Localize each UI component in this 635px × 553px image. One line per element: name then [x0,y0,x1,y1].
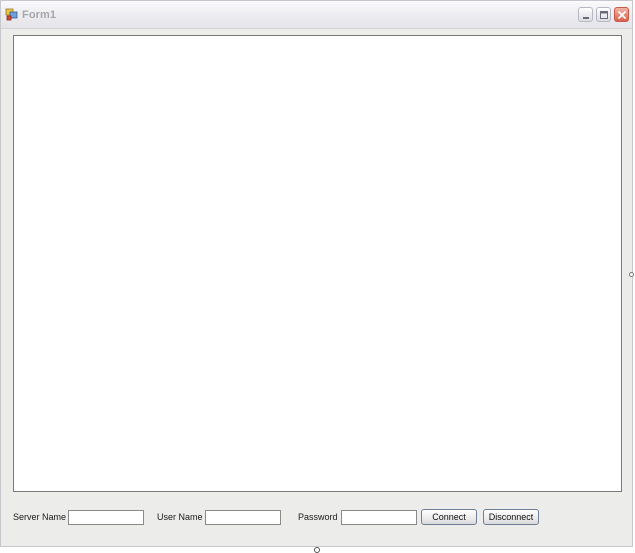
title-bar[interactable]: Form1 [1,1,632,29]
password-label: Password [298,512,338,522]
user-name-input[interactable] [205,510,281,525]
close-icon [618,11,626,19]
minimize-button[interactable] [578,7,593,22]
server-name-label: Server Name [13,512,67,522]
connect-button[interactable]: Connect [421,509,477,525]
app-icon[interactable] [5,7,19,21]
resize-handle-bottom[interactable] [314,547,320,553]
minimize-icon [583,17,589,19]
disconnect-button[interactable]: Disconnect [483,509,539,525]
main-panel[interactable] [13,35,622,492]
form-window: Form1 Server Name User Name Password Con… [0,0,633,547]
window-title: Form1 [22,9,57,21]
maximize-icon [600,11,608,19]
close-button[interactable] [614,7,629,22]
maximize-button[interactable] [596,7,611,22]
password-input[interactable] [341,510,417,525]
server-name-input[interactable] [68,510,144,525]
resize-handle-right[interactable] [629,272,634,277]
user-name-label: User Name [157,512,203,522]
